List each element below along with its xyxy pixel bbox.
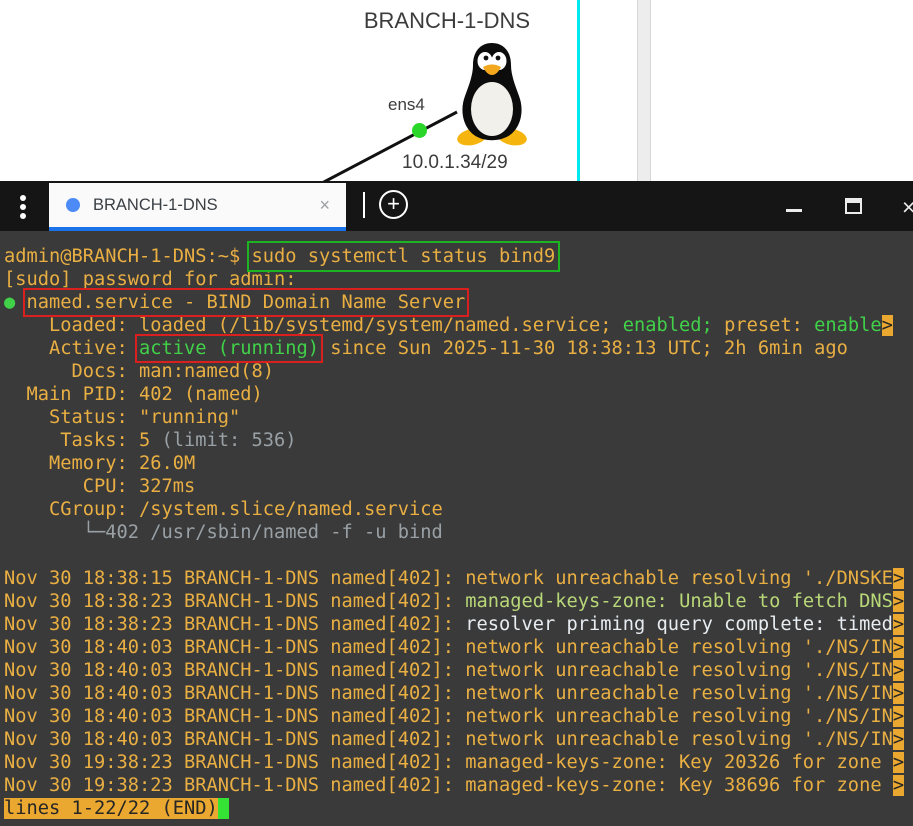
topology-canvas[interactable]: BRANCH-1-DNS ens4 10.0.1.34/29	[0, 0, 913, 181]
tab-close-icon[interactable]: ×	[319, 195, 330, 216]
terminal-line: Loaded: loaded (/lib/systemd/system/name…	[4, 314, 913, 337]
terminal-line: Nov 30 18:40:03 BRANCH-1-DNS named[402]:…	[4, 728, 913, 751]
interface-status-dot	[412, 123, 427, 138]
terminal-line: CPU: 327ms	[4, 475, 913, 498]
console-tab[interactable]: BRANCH-1-DNS ×	[49, 183, 346, 227]
terminal-screen[interactable]: admin@BRANCH-1-DNS:~$ sudo systemctl sta…	[0, 231, 913, 826]
ip-label: 10.0.1.34/29	[402, 152, 508, 174]
terminal-line: Status: "running"	[4, 406, 913, 429]
terminal-line: └─402 /usr/sbin/named -f -u bind	[4, 521, 913, 544]
close-icon[interactable]: ×	[902, 194, 913, 221]
kebab-menu-icon[interactable]	[16, 195, 30, 219]
terminal-output: admin@BRANCH-1-DNS:~$ sudo systemctl sta…	[4, 245, 913, 820]
screen: BRANCH-1-DNS ens4 10.0.1.34/29 BRANCH-1-…	[0, 0, 913, 826]
terminal-line: Nov 30 18:40:03 BRANCH-1-DNS named[402]:…	[4, 705, 913, 728]
terminal-line: Docs: man:named(8)	[4, 360, 913, 383]
minimize-icon[interactable]	[786, 209, 802, 212]
terminal-line	[4, 544, 913, 567]
terminal-line: Nov 30 19:38:23 BRANCH-1-DNS named[402]:…	[4, 751, 913, 774]
tux-linux-icon[interactable]	[452, 40, 532, 148]
terminal-line: Nov 30 18:40:03 BRANCH-1-DNS named[402]:…	[4, 659, 913, 682]
tab-separator	[363, 192, 365, 218]
interface-label: ens4	[388, 95, 425, 115]
tab-status-dot	[66, 198, 80, 212]
terminal-line: Nov 30 18:40:03 BRANCH-1-DNS named[402]:…	[4, 636, 913, 659]
terminal-line: lines 1-22/22 (END)	[4, 797, 913, 820]
terminal-line: Active: active (running) since Sun 2025-…	[4, 337, 913, 360]
terminal-line: Nov 30 18:38:23 BRANCH-1-DNS named[402]:…	[4, 590, 913, 613]
terminal-line: ● named.service - BIND Domain Name Serve…	[4, 291, 913, 314]
terminal-line: Nov 30 18:38:23 BRANCH-1-DNS named[402]:…	[4, 613, 913, 636]
terminal-line: admin@BRANCH-1-DNS:~$ sudo systemctl sta…	[4, 245, 913, 268]
new-tab-button[interactable]: +	[379, 190, 408, 219]
terminal-line: Main PID: 402 (named)	[4, 383, 913, 406]
terminal-line: [sudo] password for admin:	[4, 268, 913, 291]
terminal-line: Nov 30 18:40:03 BRANCH-1-DNS named[402]:…	[4, 682, 913, 705]
terminal-line: Nov 30 19:38:23 BRANCH-1-DNS named[402]:…	[4, 774, 913, 797]
terminal-line: Nov 30 18:38:15 BRANCH-1-DNS named[402]:…	[4, 567, 913, 590]
console-tab-bar: BRANCH-1-DNS × + ×	[0, 181, 913, 231]
maximize-icon[interactable]	[845, 198, 862, 214]
node-label: BRANCH-1-DNS	[330, 8, 564, 34]
terminal-line: Memory: 26.0M	[4, 452, 913, 475]
tab-title: BRANCH-1-DNS	[93, 196, 218, 215]
terminal-line: Tasks: 5 (limit: 536)	[4, 429, 913, 452]
terminal-line: CGroup: /system.slice/named.service	[4, 498, 913, 521]
